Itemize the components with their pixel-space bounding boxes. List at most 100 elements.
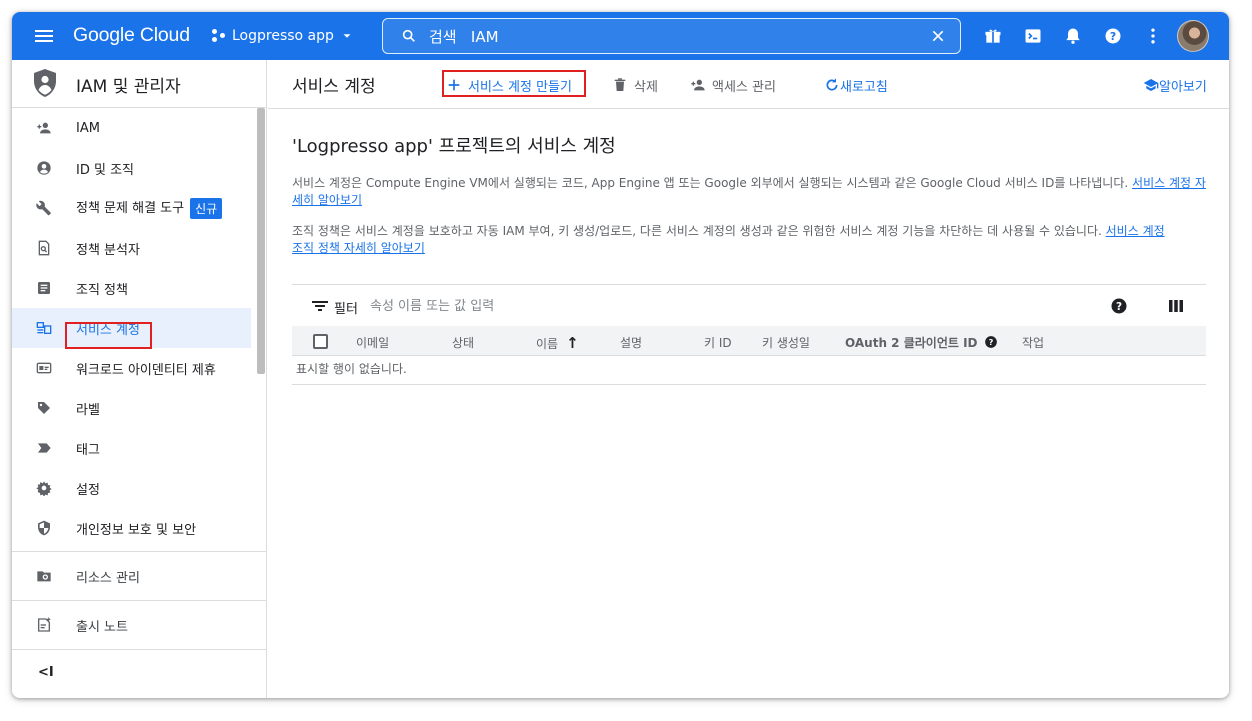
document-search-icon <box>38 240 50 256</box>
sidebar-item-label: 태그 <box>76 442 100 458</box>
avatar[interactable] <box>1177 20 1209 52</box>
search-bar[interactable] <box>382 18 961 54</box>
column-display-icon[interactable] <box>1168 298 1184 314</box>
project-selector[interactable]: Logpresso app <box>212 24 354 48</box>
sidebar-title: IAM 및 관리자 <box>76 77 181 97</box>
person-add-icon <box>37 122 51 134</box>
list-document-icon <box>38 282 50 294</box>
table-header: 이메일 상태 이름 ↑ 설명 키 ID 키 생성일 OAuth 2 클라이언트 I… <box>292 326 1206 356</box>
sidebar-item-policy-analyzer[interactable]: 정책 분석자 <box>12 228 251 268</box>
sidebar-item-policy-troubleshooter[interactable]: 정책 문제 해결 도구 신규 <box>12 188 251 228</box>
column-header-key-created[interactable]: 키 생성일 <box>762 334 810 351</box>
more-vert-icon[interactable] <box>1143 26 1163 46</box>
collapse-icon: <I <box>38 665 54 680</box>
sidebar-item-label: 워크로드 아이덴티티 제휴 <box>76 362 216 378</box>
search-input[interactable] <box>429 19 899 53</box>
svg-text:?: ? <box>1116 301 1122 313</box>
label-icon <box>38 402 50 414</box>
org-policy-link-continued[interactable]: 조직 정책 자세히 알아보기 <box>292 241 425 255</box>
column-header-name-text: 이름 <box>536 337 559 351</box>
description-text: 서비스 계정은 Compute Engine VM에서 실행되는 코드, App… <box>292 176 1129 190</box>
main-content: 서비스 계정 서비스 계정 만들기 삭제 액세스 관리 새로고침 알아보기 'L… <box>268 60 1229 698</box>
sidebar-item-label: IAM <box>76 120 100 136</box>
sidebar-item-workload-identity[interactable]: 워크로드 아이덴티티 제휴 <box>12 348 251 388</box>
close-icon[interactable] <box>930 28 946 44</box>
sidebar-scrollbar[interactable] <box>257 108 265 374</box>
delete-button[interactable]: 삭제 <box>612 72 658 98</box>
column-header-email[interactable]: 이메일 <box>356 334 389 351</box>
sidebar-item-iam[interactable]: IAM <box>12 108 251 148</box>
wrench-icon <box>36 200 51 216</box>
empty-table-message: 표시할 행이 없습니다. <box>292 356 1206 385</box>
org-policy-link[interactable]: 서비스 계정 <box>1106 224 1165 238</box>
sidebar-item-text: 정책 문제 해결 도구 <box>76 201 185 216</box>
learn-more-link[interactable]: 서비스 계정 자 <box>1132 176 1206 190</box>
delete-label: 삭제 <box>634 79 658 95</box>
top-bar: Google Cloud Logpresso app ? <box>12 12 1229 60</box>
manage-access-button[interactable]: 액세스 관리 <box>690 72 776 98</box>
sidebar-item-label: 리소스 관리 <box>76 571 140 586</box>
column-header-oauth-text: OAuth 2 클라이언트 ID <box>845 336 978 350</box>
refresh-label: 새로고침 <box>840 79 888 95</box>
shield-icon <box>38 520 50 536</box>
sidebar-item-label: 라벨 <box>76 402 100 418</box>
folder-gear-icon <box>37 571 51 582</box>
app-window: Google Cloud Logpresso app ? IAM 및 관리자 I… <box>12 12 1229 698</box>
caret-down-icon <box>343 34 351 38</box>
plus-icon <box>448 79 460 91</box>
help-icon[interactable]: ? <box>1110 297 1128 315</box>
gear-icon <box>36 481 52 496</box>
section-heading: 'Logpresso app' 프로젝트의 서비스 계정 <box>292 136 616 157</box>
sidebar-item-service-accounts[interactable]: 서비스 계정 <box>12 308 251 348</box>
column-header-actions: 작업 <box>1022 336 1045 350</box>
manage-access-label: 액세스 관리 <box>712 79 776 95</box>
sidebar-item-label: ID 및 조직 <box>76 162 134 178</box>
brand-logo[interactable]: Google Cloud <box>73 24 190 47</box>
help-icon[interactable]: ? <box>1103 26 1123 46</box>
sidebar-item-resource-manager[interactable]: 리소스 관리 <box>12 551 267 600</box>
create-service-account-button[interactable]: 서비스 계정 만들기 <box>446 72 572 98</box>
trash-icon <box>614 78 626 91</box>
learn-more-link-continued[interactable]: 세히 알아보기 <box>292 193 362 207</box>
sidebar-item-label: 정책 분석자 <box>76 242 140 258</box>
page-title: 서비스 계정 <box>292 77 376 97</box>
action-bar: 서비스 계정 서비스 계정 만들기 삭제 액세스 관리 새로고침 알아보기 <box>268 60 1229 109</box>
sidebar-item-label: 개인정보 보호 및 보안 <box>76 522 197 538</box>
sidebar-item-settings[interactable]: 설정 <box>12 468 251 508</box>
column-header-name[interactable]: 이름 ↑ <box>536 334 579 352</box>
cloud-shell-icon[interactable] <box>1023 26 1043 46</box>
refresh-button[interactable]: 새로고침 <box>824 72 888 98</box>
sidebar: IAM 및 관리자 IAM ID 및 조직 정책 문제 해결 도구 신규 정책 분… <box>12 60 267 698</box>
hamburger-menu-icon[interactable] <box>32 24 56 48</box>
iam-shield-icon <box>34 69 56 97</box>
refresh-icon <box>826 78 838 91</box>
select-all-checkbox[interactable] <box>313 334 328 349</box>
person-add-icon <box>691 79 705 91</box>
column-header-status[interactable]: 상태 <box>452 334 474 351</box>
learn-label: 알아보기 <box>1159 79 1207 95</box>
filter-icon[interactable] <box>312 299 328 313</box>
sidebar-item-release-notes[interactable]: 출시 노트 <box>12 600 267 649</box>
help-icon[interactable]: ? <box>984 335 998 349</box>
id-card-icon <box>36 362 52 374</box>
sidebar-item-privacy-security[interactable]: 개인정보 보호 및 보안 <box>12 508 251 548</box>
sidebar-item-label: 정책 문제 해결 도구 신규 <box>76 197 223 219</box>
sidebar-item-labels[interactable]: 라벨 <box>12 388 251 428</box>
filter-input[interactable] <box>370 293 870 319</box>
column-header-description[interactable]: 설명 <box>620 334 642 351</box>
school-cap-icon <box>1143 79 1159 91</box>
column-header-key-id[interactable]: 키 ID <box>704 334 732 351</box>
release-notes-icon <box>38 617 51 632</box>
learn-button[interactable]: 알아보기 <box>1143 72 1207 98</box>
sidebar-item-identity-org[interactable]: ID 및 조직 <box>12 148 251 188</box>
new-badge: 신규 <box>190 198 223 219</box>
gift-icon[interactable] <box>983 26 1003 46</box>
sidebar-item-label: 설정 <box>76 482 100 498</box>
sidebar-item-org-policies[interactable]: 조직 정책 <box>12 268 251 308</box>
sidebar-item-tags[interactable]: 태그 <box>12 428 251 468</box>
column-header-oauth-client-id[interactable]: OAuth 2 클라이언트 ID ? <box>845 334 998 351</box>
svg-text:?: ? <box>988 337 993 347</box>
sort-ascending-icon: ↑ <box>566 334 579 352</box>
notifications-bell-icon[interactable] <box>1063 26 1083 46</box>
sidebar-collapse-button[interactable]: <I <box>12 649 267 698</box>
